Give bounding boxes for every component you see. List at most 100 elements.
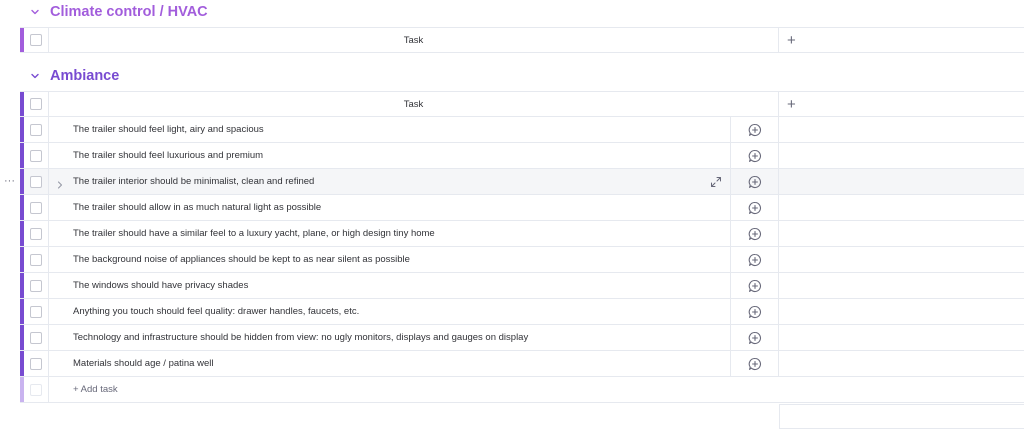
add-column-button[interactable]: + [779, 92, 1024, 116]
table-row[interactable]: The trailer interior should be minimalis… [20, 169, 1024, 195]
task-name[interactable]: Materials should age / patina well [73, 358, 213, 369]
add-update-button[interactable] [731, 351, 779, 376]
task-name[interactable]: The trailer interior should be minimalis… [73, 176, 314, 187]
row-select-cell[interactable] [24, 247, 49, 272]
row-select-cell[interactable] [24, 273, 49, 298]
task-name[interactable]: Technology and infrastructure should be … [73, 332, 528, 343]
row-checkbox[interactable] [30, 357, 42, 370]
row-checkbox[interactable] [30, 175, 42, 188]
task-name[interactable]: Anything you touch should feel quality: … [73, 306, 359, 317]
table-row[interactable]: Materials should age / patina well [20, 351, 1024, 377]
add-update-icon[interactable] [748, 149, 762, 163]
task-name-cell[interactable]: The trailer should feel luxurious and pr… [49, 143, 731, 168]
add-task-input[interactable]: + Add task [49, 377, 1024, 402]
disabled-checkbox [30, 383, 42, 396]
add-update-icon[interactable] [748, 357, 762, 371]
table-row[interactable]: The windows should have privacy shades [20, 273, 1024, 299]
task-name-cell[interactable]: The trailer should have a similar feel t… [49, 221, 731, 246]
row-select-cell[interactable] [24, 117, 49, 142]
row-checkbox[interactable] [30, 331, 42, 344]
add-update-icon[interactable] [748, 253, 762, 267]
table-row[interactable]: The trailer should have a similar feel t… [20, 221, 1024, 247]
select-all-cell[interactable] [24, 28, 49, 52]
row-select-cell[interactable] [24, 195, 49, 220]
select-all-checkbox[interactable] [30, 98, 42, 110]
task-name[interactable]: The trailer should have a similar feel t… [73, 228, 435, 239]
row-checkbox[interactable] [30, 253, 42, 266]
add-update-icon[interactable] [748, 175, 762, 189]
task-name-cell[interactable]: The trailer should feel light, airy and … [49, 117, 731, 142]
add-update-button[interactable] [731, 195, 779, 220]
task-name-cell[interactable]: Anything you touch should feel quality: … [49, 299, 731, 324]
select-all-checkbox[interactable] [30, 34, 42, 46]
task-name[interactable]: The trailer should allow in as much natu… [73, 202, 321, 213]
add-update-button[interactable] [731, 299, 779, 324]
task-name-cell[interactable]: Technology and infrastructure should be … [49, 325, 731, 350]
column-header-task[interactable]: Task [49, 92, 779, 116]
task-name-cell[interactable]: The background noise of appliances shoul… [49, 247, 731, 272]
chevron-down-icon[interactable] [28, 5, 42, 19]
table-row[interactable]: Anything you touch should feel quality: … [20, 299, 1024, 325]
row-checkbox[interactable] [30, 123, 42, 136]
row-checkbox[interactable] [30, 279, 42, 292]
add-update-icon[interactable] [748, 305, 762, 319]
empty-cell [779, 247, 1024, 272]
row-select-cell[interactable] [24, 351, 49, 376]
table-header-row: Task + [20, 91, 1024, 117]
table-row[interactable]: The trailer should feel light, airy and … [20, 117, 1024, 143]
table-row[interactable]: Technology and infrastructure should be … [20, 325, 1024, 351]
empty-cell [779, 273, 1024, 298]
add-column-button[interactable]: + [779, 28, 1024, 52]
group-title[interactable]: Ambiance [50, 68, 119, 84]
chevron-right-icon[interactable] [56, 177, 64, 195]
row-checkbox[interactable] [30, 305, 42, 318]
task-name-cell[interactable]: The windows should have privacy shades [49, 273, 731, 298]
table-row[interactable]: The trailer should feel luxurious and pr… [20, 143, 1024, 169]
empty-cell [779, 195, 1024, 220]
chevron-down-icon[interactable] [28, 69, 42, 83]
add-update-button[interactable] [731, 325, 779, 350]
row-menu-icon[interactable]: ··· [4, 175, 15, 187]
row-select-cell[interactable] [24, 299, 49, 324]
group-header-climate[interactable]: Climate control / HVAC [28, 0, 208, 24]
row-select-cell[interactable] [24, 143, 49, 168]
group-title[interactable]: Climate control / HVAC [50, 4, 208, 20]
row-checkbox[interactable] [30, 227, 42, 240]
add-update-button[interactable] [731, 169, 779, 194]
row-checkbox[interactable] [30, 201, 42, 214]
task-name[interactable]: The background noise of appliances shoul… [73, 254, 410, 265]
summary-cell [779, 404, 1024, 429]
task-name-cell[interactable]: Materials should age / patina well [49, 351, 731, 376]
add-update-icon[interactable] [748, 227, 762, 241]
task-name-cell[interactable]: The trailer should allow in as much natu… [49, 195, 731, 220]
row-select-cell[interactable] [24, 221, 49, 246]
add-update-icon[interactable] [748, 331, 762, 345]
column-header-task[interactable]: Task [49, 28, 779, 52]
add-row-select-cell [24, 377, 49, 402]
table-row[interactable]: The background noise of appliances shoul… [20, 247, 1024, 273]
empty-cell [779, 351, 1024, 376]
select-all-cell[interactable] [24, 92, 49, 116]
add-update-button[interactable] [731, 273, 779, 298]
empty-cell [779, 143, 1024, 168]
add-update-button[interactable] [731, 117, 779, 142]
table-row[interactable]: The trailer should allow in as much natu… [20, 195, 1024, 221]
row-checkbox[interactable] [30, 149, 42, 162]
task-name[interactable]: The trailer should feel light, airy and … [73, 124, 264, 135]
task-name[interactable]: The windows should have privacy shades [73, 280, 248, 291]
group-header-ambiance[interactable]: Ambiance [28, 64, 119, 88]
empty-cell [779, 325, 1024, 350]
add-update-button[interactable] [731, 247, 779, 272]
add-update-button[interactable] [731, 143, 779, 168]
row-select-cell[interactable] [24, 325, 49, 350]
task-name-cell[interactable]: The trailer interior should be minimalis… [49, 169, 731, 194]
add-update-icon[interactable] [748, 123, 762, 137]
add-update-icon[interactable] [748, 201, 762, 215]
row-select-cell[interactable] [24, 169, 49, 194]
add-update-button[interactable] [731, 221, 779, 246]
task-name[interactable]: The trailer should feel luxurious and pr… [73, 150, 263, 161]
add-task-row[interactable]: + Add task [20, 377, 1024, 403]
empty-cell [779, 299, 1024, 324]
expand-icon[interactable] [710, 175, 722, 193]
add-update-icon[interactable] [748, 279, 762, 293]
